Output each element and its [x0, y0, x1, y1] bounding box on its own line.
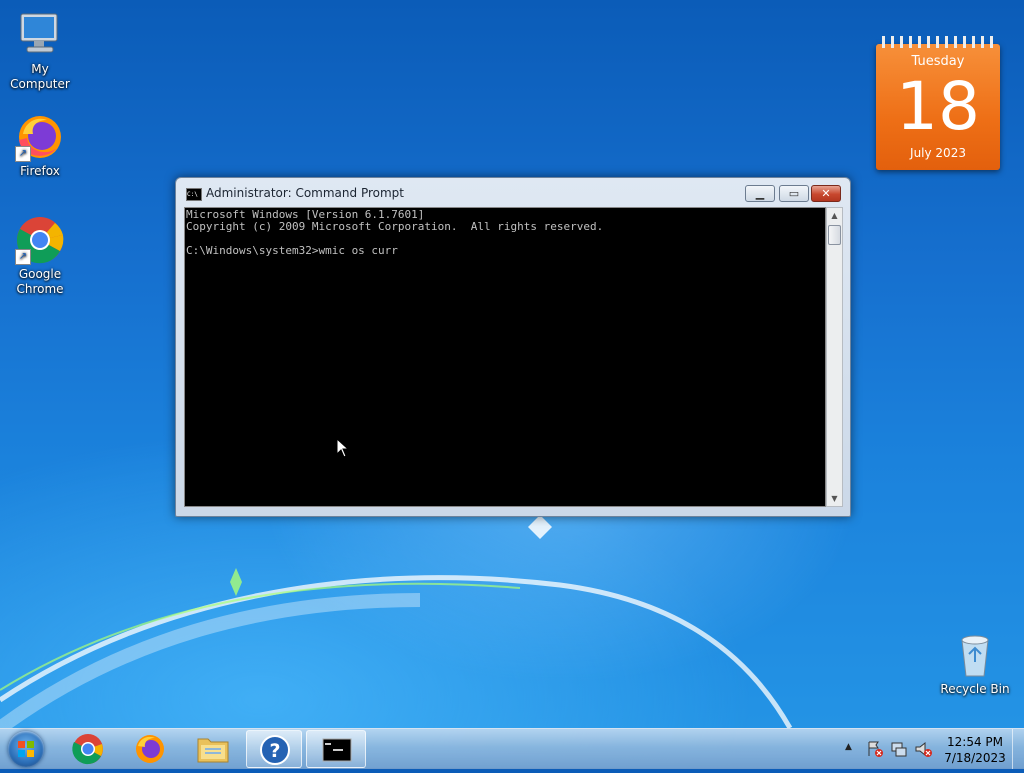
calendar-weekday: Tuesday — [911, 54, 965, 69]
start-button[interactable] — [8, 731, 44, 767]
window-title: Administrator: Command Prompt — [206, 186, 404, 200]
console-scrollbar[interactable]: ▲ ▼ — [826, 207, 843, 507]
scroll-down-icon[interactable]: ▼ — [827, 491, 842, 506]
cmd-icon: C:\ — [186, 188, 202, 201]
shortcut-arrow-icon: ↗ — [15, 146, 31, 162]
tray-arrow-icon: ▲ — [845, 742, 852, 752]
cmd-icon — [322, 738, 352, 762]
chrome-icon: ↗ — [15, 215, 65, 265]
minimize-button[interactable]: ▁ — [745, 185, 775, 202]
maximize-button[interactable]: ▭ — [779, 185, 809, 202]
clock-date: 7/18/2023 — [944, 751, 1006, 765]
calendar-day: 18 — [896, 68, 980, 145]
taskbar-help[interactable]: ? — [246, 730, 302, 768]
desktop-icon-label: My Computer — [10, 62, 70, 91]
network-icon[interactable] — [890, 740, 908, 758]
desktop-icon-google-chrome[interactable]: ↗ Google Chrome — [0, 215, 80, 297]
taskbar-file-explorer[interactable] — [185, 730, 241, 768]
folder-icon — [197, 738, 229, 763]
taskbar-chrome[interactable] — [60, 730, 116, 768]
show-desktop-button[interactable] — [1012, 729, 1024, 769]
computer-icon — [15, 10, 65, 60]
action-center-flag-icon[interactable] — [866, 740, 884, 758]
windows-logo-icon — [18, 741, 34, 757]
close-button[interactable]: ✕ — [811, 185, 841, 202]
scroll-up-icon[interactable]: ▲ — [827, 208, 842, 223]
scroll-thumb[interactable] — [828, 225, 841, 245]
desktop-icon-label: Google Chrome — [16, 267, 64, 296]
svg-text:?: ? — [269, 740, 280, 762]
desktop-icon-label: Firefox — [20, 164, 60, 178]
taskbar-firefox[interactable] — [122, 730, 178, 768]
shortcut-arrow-icon: ↗ — [15, 249, 31, 265]
desktop-icon-firefox[interactable]: ↗ Firefox — [0, 112, 80, 179]
chrome-icon — [72, 734, 103, 765]
console-text: Microsoft Windows [Version 6.1.7601] Cop… — [186, 208, 604, 257]
calendar-body: Tuesday 18 July 2023 — [876, 44, 1000, 170]
firefox-icon — [136, 735, 164, 763]
clock-time: 12:54 PM — [947, 735, 1003, 749]
calendar-month-year: July 2023 — [910, 146, 966, 160]
calendar-gadget[interactable]: Tuesday 18 July 2023 — [876, 36, 1000, 170]
minimize-icon: ▁ — [755, 187, 765, 200]
help-icon: ? — [260, 735, 290, 765]
volume-muted-icon[interactable] — [914, 740, 932, 758]
desktop-icon-label: Recycle Bin — [940, 682, 1010, 696]
taskbar: ? ▲ 12:54 PM 7/18/2023 — [0, 728, 1024, 769]
taskbar-clock[interactable]: 12:54 PM 7/18/2023 — [940, 734, 1010, 766]
calendar-rings — [882, 36, 994, 48]
mouse-cursor-icon — [336, 438, 350, 458]
close-icon: ✕ — [821, 187, 831, 200]
recycle-bin-icon — [950, 630, 1000, 680]
firefox-icon: ↗ — [15, 112, 65, 162]
desktop-icon-my-computer[interactable]: My Computer — [0, 10, 80, 92]
desktop-icon-recycle-bin[interactable]: Recycle Bin — [935, 630, 1015, 697]
command-prompt-window[interactable]: C:\ Administrator: Command Prompt ▁ ▭ ✕ … — [175, 177, 851, 517]
taskbar-command-prompt[interactable] — [306, 730, 366, 768]
console-output[interactable]: Microsoft Windows [Version 6.1.7601] Cop… — [184, 207, 826, 507]
maximize-icon: ▭ — [788, 187, 800, 200]
